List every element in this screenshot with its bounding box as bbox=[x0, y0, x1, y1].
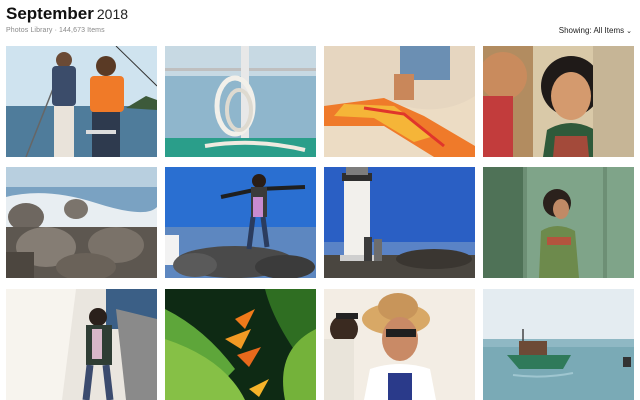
showing-filter-label: Showing: All Items bbox=[558, 26, 625, 35]
woman-green-wall-photo[interactable] bbox=[483, 167, 634, 278]
lighthouse-photo[interactable] bbox=[324, 167, 475, 278]
woman-sunhat-photo[interactable] bbox=[324, 289, 475, 400]
kids-on-boat-photo[interactable] bbox=[6, 46, 157, 157]
library-header: September 2018 Photos Library · 144,673 I… bbox=[0, 0, 640, 44]
month-label: September bbox=[6, 4, 94, 23]
fishing-boat-photo[interactable] bbox=[483, 289, 634, 400]
tropical-flower-photo[interactable] bbox=[165, 289, 316, 400]
smiling-women-photo[interactable] bbox=[483, 46, 634, 157]
boat-rope-photo[interactable] bbox=[165, 46, 316, 157]
breakwater-rocks-photo[interactable] bbox=[6, 167, 157, 278]
woman-white-wall-photo[interactable] bbox=[6, 289, 157, 400]
page-title: September 2018 bbox=[6, 4, 128, 24]
year-label: 2018 bbox=[96, 6, 129, 22]
person-jumping-photo[interactable] bbox=[165, 167, 316, 278]
showing-filter-dropdown[interactable]: Showing: All Items ⌄ bbox=[559, 26, 632, 35]
beach-scarf-photo[interactable] bbox=[324, 46, 475, 157]
chevron-updown-icon: ⌄ bbox=[626, 28, 632, 35]
library-subtitle: Photos Library · 144,673 Items bbox=[6, 27, 105, 34]
photo-grid bbox=[0, 46, 640, 400]
